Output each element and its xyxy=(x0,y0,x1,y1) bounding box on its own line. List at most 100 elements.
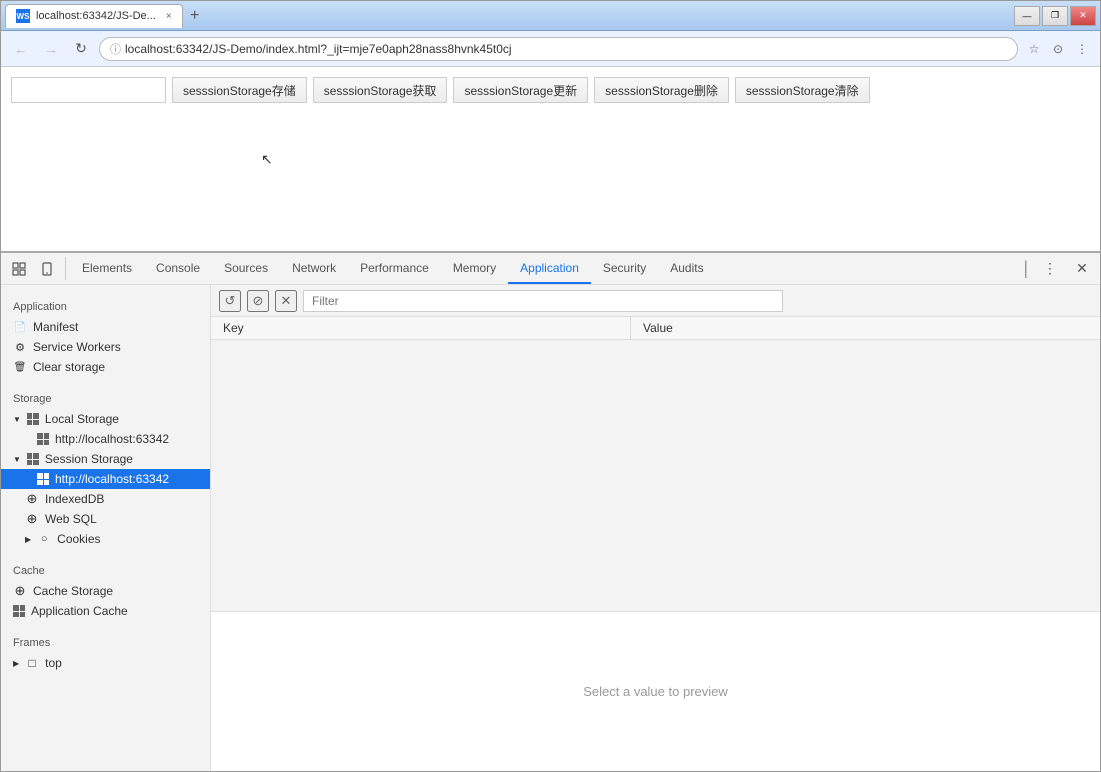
session-storage-icon xyxy=(27,453,39,465)
window-frame: WS localhost:63342/JS-De... × + — ❐ ✕ ← … xyxy=(0,0,1101,772)
local-storage-icon xyxy=(27,413,39,425)
devtools-toolbar: Elements Console Sources Network Perform… xyxy=(1,253,1100,285)
clear-storage-label: Clear storage xyxy=(33,360,105,374)
local-storage-label: Local Storage xyxy=(45,412,119,426)
filter-block-btn[interactable]: ⊘ xyxy=(247,290,269,312)
storage-section: Storage ▼ Local Storage http://localho xyxy=(1,385,210,549)
session-store-btn[interactable]: sesssionStorage存储 xyxy=(172,77,307,103)
filter-input[interactable] xyxy=(303,290,783,312)
minimize-btn[interactable]: — xyxy=(1014,6,1040,26)
person-icon[interactable]: ⊙ xyxy=(1048,39,1068,59)
sidebar-item-frames-top[interactable]: ▶ top xyxy=(1,653,210,673)
indexeddb-icon: ⊕ xyxy=(25,492,39,506)
frames-top-icon xyxy=(25,656,39,670)
service-workers-icon xyxy=(13,340,27,354)
application-section-label: Application xyxy=(1,293,210,317)
tab-security[interactable]: Security xyxy=(591,253,658,284)
tab-console[interactable]: Console xyxy=(144,253,212,284)
storage-section-label: Storage xyxy=(1,385,210,409)
sidebar-item-cache-storage[interactable]: ⊕ Cache Storage xyxy=(1,581,210,601)
sidebar-item-session-storage[interactable]: ▼ Session Storage xyxy=(1,449,210,469)
address-bar: ← → ↻ ⓘ localhost:63342/JS-Demo/index.ht… xyxy=(1,31,1100,67)
tab-memory[interactable]: Memory xyxy=(441,253,508,284)
forward-btn[interactable]: → xyxy=(39,37,63,61)
refresh-btn[interactable]: ↻ xyxy=(69,37,93,61)
page-controls: sesssionStorage存储 sesssionStorage获取 sess… xyxy=(11,77,1090,103)
table-col-key: Key xyxy=(211,317,631,339)
devtools-tabs: Elements Console Sources Network Perform… xyxy=(70,253,716,284)
frames-top-triangle: ▶ xyxy=(13,659,19,668)
clear-storage-icon xyxy=(13,360,27,374)
devtools-sidebar: Application Manifest Service Workers Cle… xyxy=(1,285,211,771)
title-bar: WS localhost:63342/JS-De... × + — ❐ ✕ xyxy=(1,1,1100,31)
table-body xyxy=(211,340,1100,611)
application-cache-label: Application Cache xyxy=(31,604,128,618)
bookmark-icon[interactable]: ☆ xyxy=(1024,39,1044,59)
cookies-triangle: ▶ xyxy=(25,535,31,544)
sidebar-item-session-storage-url[interactable]: http://localhost:63342 xyxy=(1,469,210,489)
cache-storage-label: Cache Storage xyxy=(33,584,113,598)
mouse-cursor: ↖ xyxy=(261,151,273,168)
sidebar-item-local-storage-url[interactable]: http://localhost:63342 xyxy=(1,429,210,449)
sidebar-item-web-sql[interactable]: ⊕ Web SQL xyxy=(1,509,210,529)
window-controls: — ❐ ✕ xyxy=(1014,6,1096,26)
new-tab-btn[interactable]: + xyxy=(183,4,207,28)
tab-audits[interactable]: Audits xyxy=(658,253,715,284)
devtools-close-btn[interactable]: ✕ xyxy=(1068,260,1096,277)
active-tab[interactable]: WS localhost:63342/JS-De... × xyxy=(5,4,183,28)
toolbar-separator xyxy=(65,257,66,280)
tab-sources[interactable]: Sources xyxy=(212,253,280,284)
address-input-container[interactable]: ⓘ localhost:63342/JS-Demo/index.html?_ij… xyxy=(99,37,1018,61)
app-cache-icon xyxy=(13,605,25,617)
manifest-icon xyxy=(13,320,27,334)
table-area: Key Value xyxy=(211,317,1100,611)
filter-clear-btn[interactable]: ✕ xyxy=(275,290,297,312)
session-clear-btn[interactable]: sesssionStorage清除 xyxy=(735,77,870,103)
web-sql-label: Web SQL xyxy=(45,512,97,526)
cookies-label: Cookies xyxy=(57,532,100,546)
sidebar-item-application-cache[interactable]: Application Cache xyxy=(1,601,210,621)
inspect-icon xyxy=(12,262,26,276)
sidebar-item-cookies[interactable]: ▶ ○ Cookies xyxy=(1,529,210,549)
devtools-menu: | ⋮ ✕ xyxy=(1019,253,1096,284)
table-header: Key Value xyxy=(211,317,1100,340)
session-storage-label: Session Storage xyxy=(45,452,133,466)
tab-close-btn[interactable]: × xyxy=(166,11,172,22)
session-delete-btn[interactable]: sesssionStorage删除 xyxy=(594,77,729,103)
close-btn[interactable]: ✕ xyxy=(1070,6,1096,26)
tab-elements[interactable]: Elements xyxy=(70,253,144,284)
web-sql-icon: ⊕ xyxy=(25,512,39,526)
tab-performance[interactable]: Performance xyxy=(348,253,441,284)
tab-network[interactable]: Network xyxy=(280,253,348,284)
tab-favicon: WS xyxy=(16,9,30,23)
service-workers-label: Service Workers xyxy=(33,340,121,354)
tab-application[interactable]: Application xyxy=(508,253,591,284)
devtools-icon-left[interactable] xyxy=(5,253,33,284)
restore-btn[interactable]: ❐ xyxy=(1042,6,1068,26)
address-bar-icons: ☆ ⊙ ⋮ xyxy=(1024,39,1092,59)
cache-section-label: Cache xyxy=(1,557,210,581)
menu-icon[interactable]: ⋮ xyxy=(1072,39,1092,59)
browser-content: sesssionStorage存储 sesssionStorage获取 sess… xyxy=(1,67,1100,251)
sidebar-item-service-workers[interactable]: Service Workers xyxy=(1,337,210,357)
title-bar-left: WS localhost:63342/JS-De... × + xyxy=(5,4,207,28)
sidebar-item-clear-storage[interactable]: Clear storage xyxy=(1,357,210,377)
sidebar-item-manifest[interactable]: Manifest xyxy=(1,317,210,337)
phone-icon xyxy=(40,262,54,276)
frames-section: Frames ▶ top xyxy=(1,629,210,673)
table-col-value: Value xyxy=(631,317,1100,339)
manifest-label: Manifest xyxy=(33,320,78,334)
back-btn[interactable]: ← xyxy=(9,37,33,61)
sidebar-item-indexeddb[interactable]: ⊕ IndexedDB xyxy=(1,489,210,509)
local-storage-triangle: ▼ xyxy=(13,415,21,424)
local-storage-url: http://localhost:63342 xyxy=(55,432,169,446)
session-update-btn[interactable]: sesssionStorage更新 xyxy=(453,77,588,103)
devtools-icon-right[interactable] xyxy=(33,253,61,284)
devtools-more-btn[interactable]: ⋮ xyxy=(1036,260,1064,277)
preview-text: Select a value to preview xyxy=(583,684,728,699)
session-get-btn[interactable]: sesssionStorage获取 xyxy=(313,77,448,103)
filter-refresh-btn[interactable]: ↺ xyxy=(219,290,241,312)
sidebar-item-local-storage[interactable]: ▼ Local Storage xyxy=(1,409,210,429)
session-storage-input[interactable] xyxy=(11,77,166,103)
cookies-icon: ○ xyxy=(37,532,51,546)
